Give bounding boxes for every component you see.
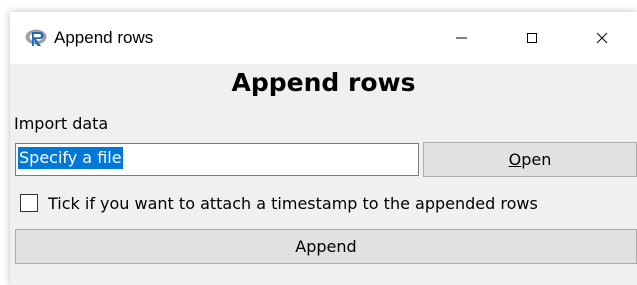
timestamp-option[interactable]: Tick if you want to attach a timestamp t… [20,192,538,214]
open-button[interactable]: Open [423,142,637,177]
close-button[interactable] [572,12,632,64]
title-bar[interactable]: Append rows [10,12,637,64]
app-window: Append rows Append rows Import data Spec… [10,12,637,285]
open-button-label: pen [521,150,552,169]
page-heading: Append rows [231,68,416,97]
import-data-label: Import data [14,114,109,133]
maximize-button[interactable] [502,12,562,64]
append-button[interactable]: Append [15,229,637,264]
timestamp-checkbox[interactable] [20,194,38,212]
minimize-button[interactable] [432,12,492,64]
window-title: Append rows [54,28,154,47]
open-button-mnemonic: O [508,150,522,169]
file-path-value: Specify a file [18,147,123,169]
minimize-icon [456,29,468,48]
file-path-input[interactable]: Specify a file [15,143,419,176]
maximize-icon [526,29,538,48]
r-logo-icon [25,28,49,48]
timestamp-checkbox-label[interactable]: Tick if you want to attach a timestamp t… [48,194,538,213]
append-button-label: Append [295,237,357,256]
close-icon [596,29,608,48]
